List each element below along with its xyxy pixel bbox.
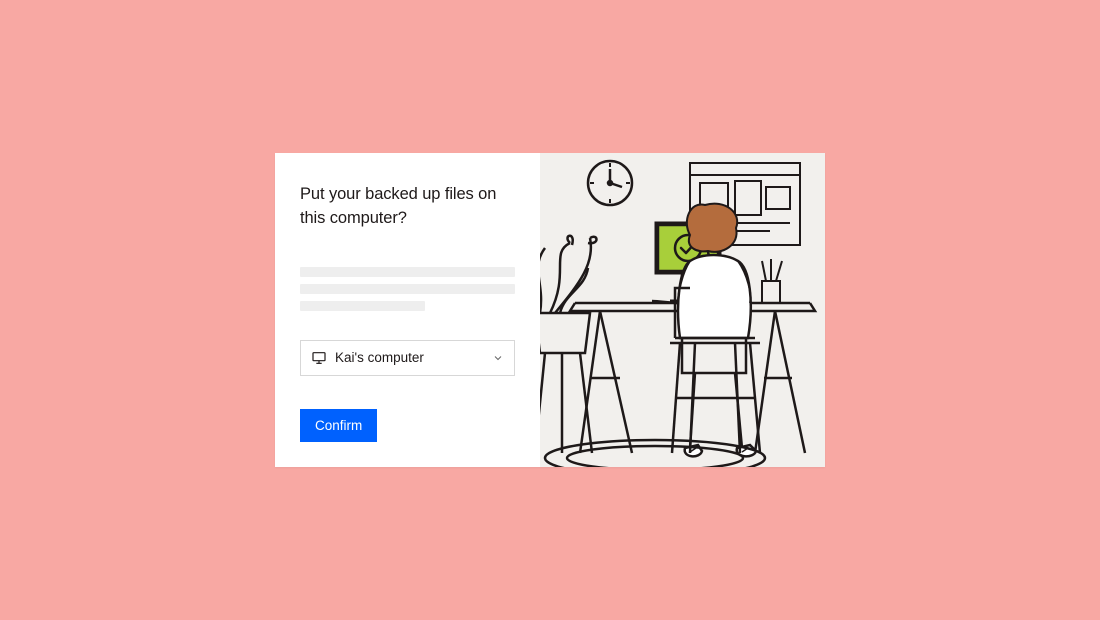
backup-restore-dialog: Put your backed up files on this compute… [275,153,825,467]
placeholder-line [300,284,515,294]
backup-source-select[interactable]: Kai's computer [300,340,515,376]
select-value: Kai's computer [335,350,492,365]
computer-icon [311,350,327,366]
dialog-illustration [540,153,825,467]
description-placeholder [300,267,515,318]
placeholder-line [300,301,425,311]
confirm-button[interactable]: Confirm [300,409,377,442]
dialog-left-pane: Put your backed up files on this compute… [275,153,540,467]
placeholder-line [300,267,515,277]
dialog-title: Put your backed up files on this compute… [300,183,515,231]
chevron-down-icon [492,352,504,364]
